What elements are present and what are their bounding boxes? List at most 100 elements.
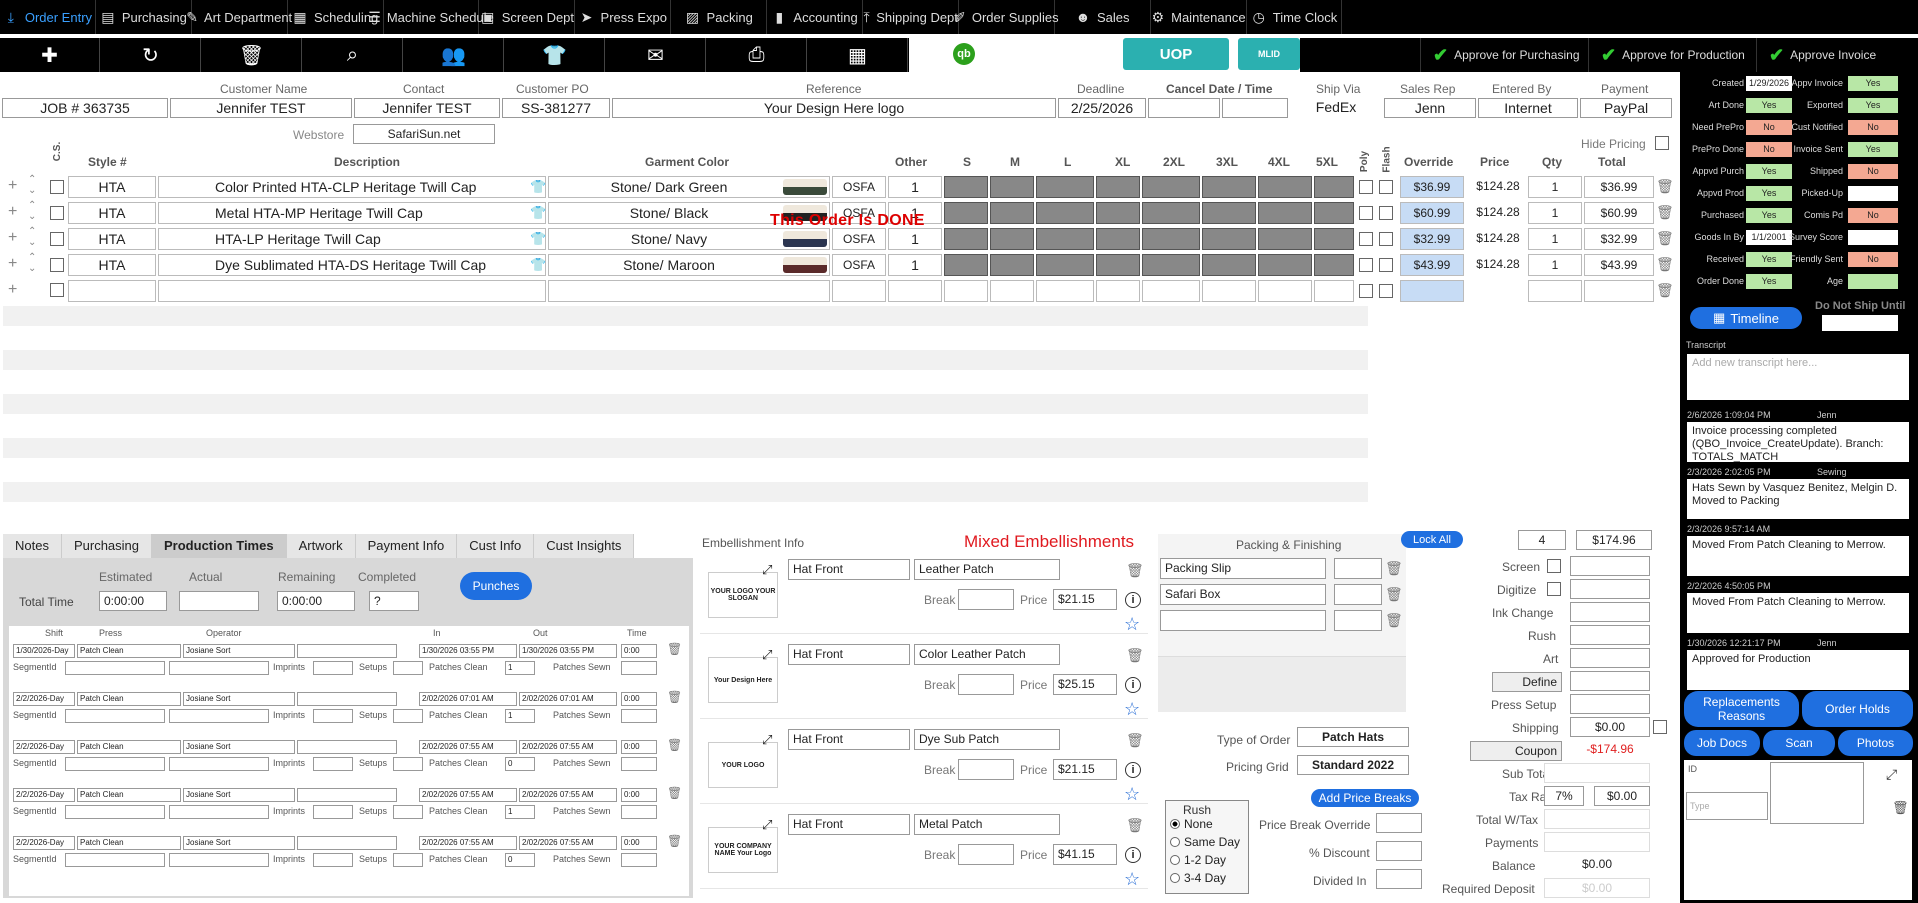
- press-setup-field[interactable]: [1570, 694, 1650, 714]
- trash-icon[interactable]: 🗑: [1385, 560, 1403, 577]
- flash-checkbox[interactable]: [1379, 284, 1393, 298]
- segment-field-2[interactable]: [169, 709, 269, 723]
- size-field[interactable]: OSFA: [832, 254, 886, 276]
- punch-in-field[interactable]: 2/02/2026 07:55 AM: [419, 836, 517, 850]
- description-field[interactable]: Color Printed HTA-CLP Heritage Twill Cap: [158, 176, 546, 198]
- status-created-value[interactable]: 1/29/2026: [1746, 76, 1792, 91]
- operator-extra-field[interactable]: [297, 836, 397, 850]
- description-field[interactable]: [158, 280, 546, 302]
- punch-in-field[interactable]: 2/02/2026 07:55 AM: [419, 788, 517, 802]
- size-field[interactable]: OSFA: [832, 228, 886, 250]
- info-icon[interactable]: i: [1125, 677, 1141, 693]
- expand-icon[interactable]: ⤢: [762, 562, 772, 578]
- style-field[interactable]: HTA: [68, 254, 156, 276]
- setups-field[interactable]: [393, 661, 423, 675]
- segment-field[interactable]: [65, 853, 165, 867]
- setups-field[interactable]: [393, 757, 423, 771]
- flash-checkbox[interactable]: [1379, 232, 1393, 246]
- artwork-thumbnail[interactable]: YOUR LOGO: [708, 742, 778, 788]
- define-field[interactable]: [1570, 671, 1650, 691]
- status-purchased-value[interactable]: Yes: [1746, 208, 1792, 223]
- location-field[interactable]: Hat Front: [788, 644, 910, 665]
- poly-checkbox[interactable]: [1359, 284, 1373, 298]
- patches-sewn-field[interactable]: [621, 661, 657, 675]
- status-friendly-sent-value[interactable]: No: [1848, 252, 1898, 267]
- customers-button[interactable]: 👥: [404, 38, 504, 72]
- nav-accounting[interactable]: ▮ Accounting: [767, 0, 864, 34]
- status-appvd-purch-value[interactable]: Yes: [1746, 164, 1792, 179]
- time-field[interactable]: 0:00: [621, 644, 657, 658]
- job-docs-button[interactable]: Job Docs: [1684, 730, 1760, 756]
- nav-shipping-dept[interactable]: ⤒ Shipping Dept: [863, 0, 959, 34]
- override-field[interactable]: $43.99: [1400, 254, 1464, 276]
- expand-icon[interactable]: ⤢: [1886, 766, 1897, 783]
- operator-extra-field[interactable]: [297, 644, 397, 658]
- add-row-icon[interactable]: +: [8, 177, 17, 195]
- reference-field[interactable]: Your Design Here logo: [612, 98, 1056, 118]
- photos-button[interactable]: Photos: [1838, 730, 1913, 756]
- move-row-icon[interactable]: ⌃ ⌄: [28, 252, 36, 274]
- price-field[interactable]: $41.15: [1053, 844, 1117, 865]
- qty-field[interactable]: 1: [1528, 228, 1582, 250]
- packing-price-field[interactable]: [1334, 584, 1382, 605]
- operator-field[interactable]: Josiane Sort: [183, 788, 295, 802]
- status-shipped-value[interactable]: No: [1848, 164, 1898, 179]
- decoration-type-field[interactable]: Metal Patch: [914, 814, 1060, 835]
- patches-clean-field[interactable]: 1: [505, 805, 535, 819]
- pricing-grid-field[interactable]: Standard 2022: [1297, 755, 1409, 775]
- move-row-icon[interactable]: ⌃ ⌄: [28, 200, 36, 222]
- packing-item-field[interactable]: [1160, 610, 1326, 631]
- location-field[interactable]: Hat Front: [788, 814, 910, 835]
- screen-checkbox[interactable]: [1547, 559, 1561, 573]
- move-row-icon[interactable]: ⌃ ⌄: [28, 226, 36, 248]
- other-field[interactable]: [888, 280, 942, 302]
- size-field[interactable]: [832, 280, 886, 302]
- scan-button[interactable]: Scan: [1763, 730, 1835, 756]
- size-s-field[interactable]: [944, 280, 988, 302]
- operator-field[interactable]: Josiane Sort: [183, 644, 295, 658]
- other-field[interactable]: 1: [888, 254, 942, 276]
- operator-extra-field[interactable]: [297, 692, 397, 706]
- style-field[interactable]: HTA: [68, 176, 156, 198]
- setups-field[interactable]: [393, 805, 423, 819]
- approve-purchasing-button[interactable]: ✔ Approve for Purchasing: [1420, 38, 1588, 72]
- nav-screen-dept[interactable]: ▣ Screen Dept: [479, 0, 576, 34]
- price-field[interactable]: $25.15: [1053, 674, 1117, 695]
- punches-button[interactable]: Punches: [460, 572, 532, 600]
- completed-field[interactable]: ?: [369, 591, 419, 611]
- patches-clean-field[interactable]: 1: [505, 709, 535, 723]
- status-appv-invoice-value[interactable]: Yes: [1848, 76, 1898, 91]
- quickbooks-icon[interactable]: qb: [953, 43, 975, 65]
- trash-icon[interactable]: 🗑: [1656, 204, 1674, 221]
- approve-invoice-button[interactable]: ✔ Approve Invoice: [1756, 38, 1918, 72]
- status-comis-pd-value[interactable]: No: [1848, 208, 1898, 223]
- override-field[interactable]: [1400, 280, 1464, 302]
- email-button[interactable]: ✉: [606, 38, 706, 72]
- art-fee-field[interactable]: [1570, 648, 1650, 668]
- status-picked-up-value[interactable]: [1848, 186, 1898, 201]
- operator-field[interactable]: Josiane Sort: [183, 692, 295, 706]
- shift-field[interactable]: 2/2/2026-Day: [13, 740, 75, 754]
- tax-rate-field[interactable]: 7%: [1544, 786, 1584, 806]
- tab-artwork[interactable]: Artwork: [286, 534, 356, 558]
- expand-icon[interactable]: ⤢: [762, 817, 772, 833]
- type-field[interactable]: Type: [1686, 792, 1768, 820]
- document-preview[interactable]: [1770, 762, 1864, 824]
- press-field[interactable]: Patch Clean: [77, 740, 181, 754]
- poly-checkbox[interactable]: [1359, 232, 1373, 246]
- info-icon[interactable]: i: [1125, 847, 1141, 863]
- status-goods-in-by-value[interactable]: 1/1/2001: [1746, 230, 1792, 245]
- imprints-field[interactable]: [313, 757, 353, 771]
- operator-extra-field[interactable]: [297, 788, 397, 802]
- cancel-date-field[interactable]: [1148, 98, 1220, 118]
- size-2xl-field[interactable]: [1142, 280, 1200, 302]
- payment-field[interactable]: PayPal: [1580, 98, 1672, 118]
- time-field[interactable]: 0:00: [621, 788, 657, 802]
- timeline-button[interactable]: ▦ Timeline: [1690, 307, 1802, 329]
- qty-field[interactable]: 1: [1528, 176, 1582, 198]
- lock-all-button[interactable]: Lock All: [1401, 531, 1463, 548]
- sales-rep-field[interactable]: Jenn: [1384, 98, 1476, 118]
- status-age-value[interactable]: [1848, 274, 1898, 289]
- coupon-field[interactable]: -$174.96: [1570, 740, 1650, 760]
- rush-radio[interactable]: [1170, 819, 1180, 829]
